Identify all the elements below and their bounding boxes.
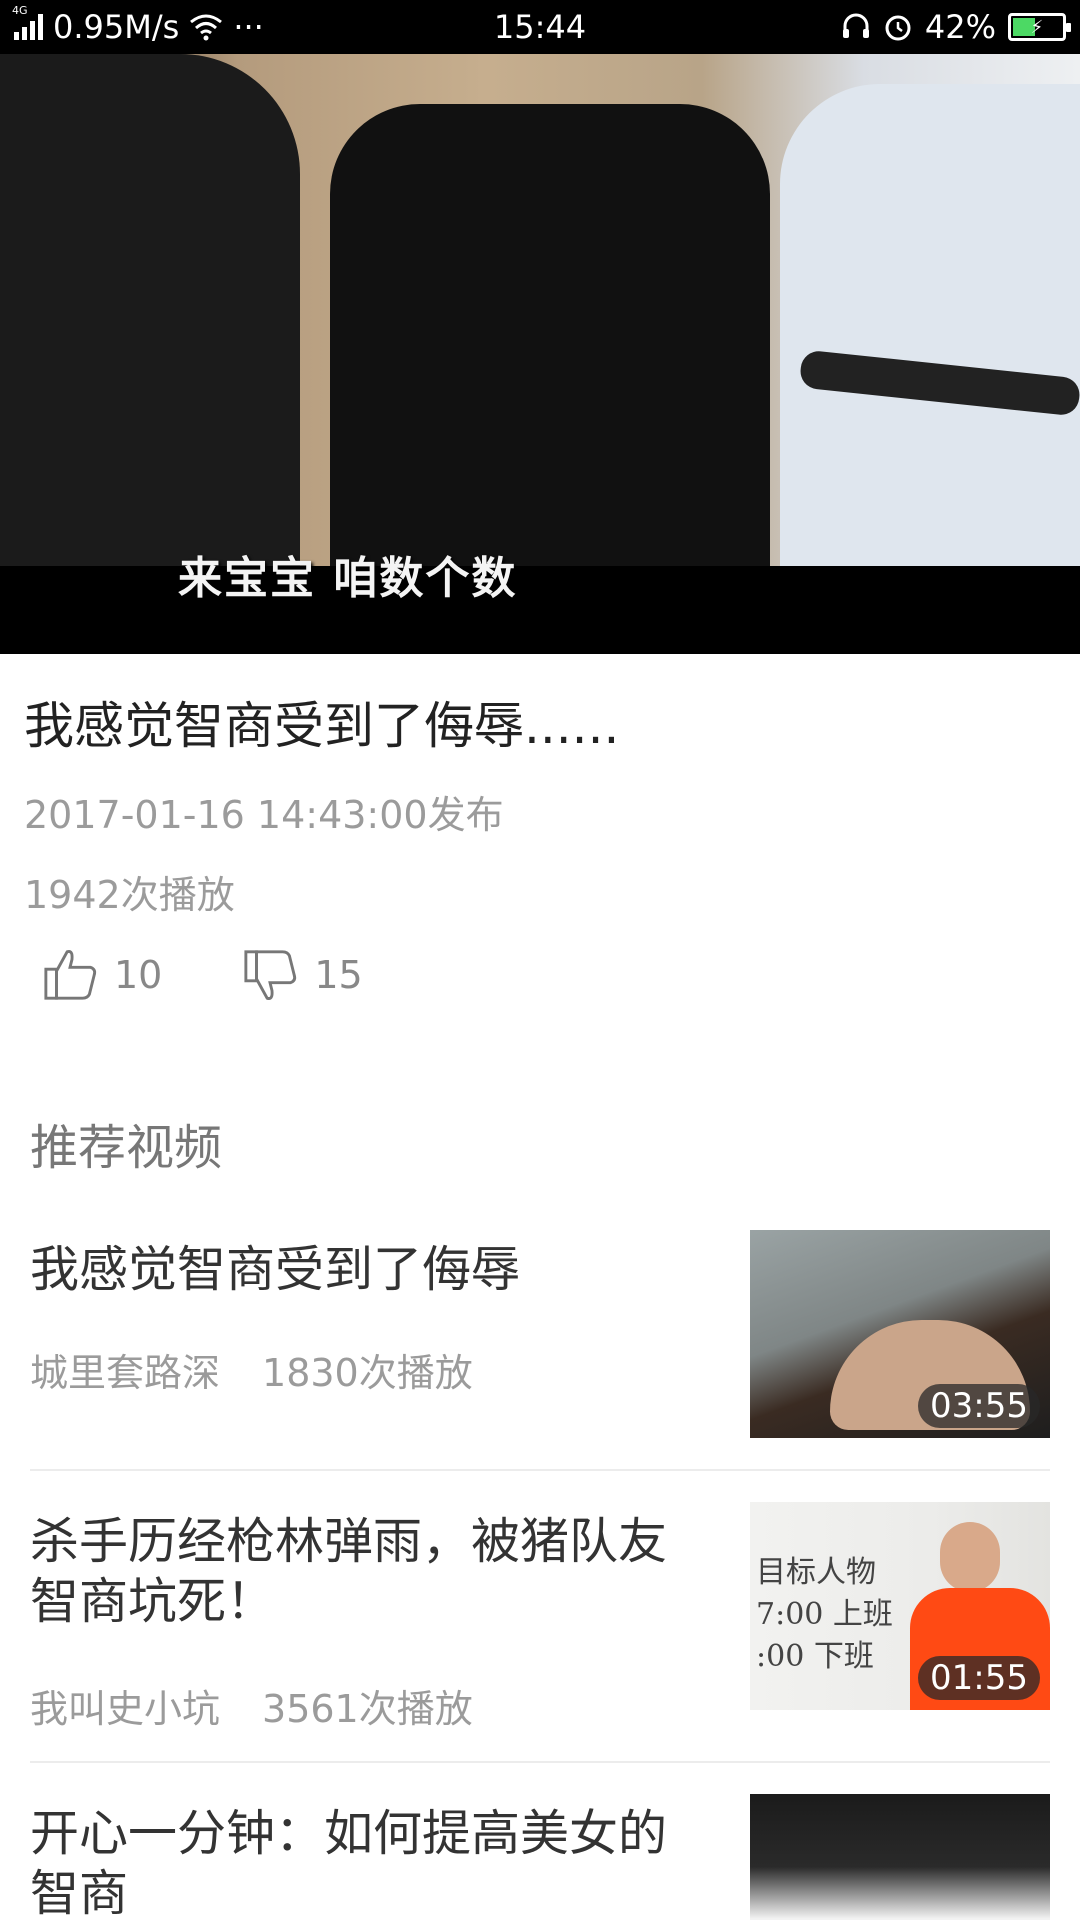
video-subtitle: 来宝宝 咱数个数 xyxy=(178,553,518,604)
dislike-button[interactable]: 15 xyxy=(242,946,363,1004)
more-notifications-icon: ··· xyxy=(233,8,264,46)
video-frame xyxy=(0,54,1080,566)
video-title: 我感觉智商受到了侮辱...... xyxy=(24,697,620,755)
recommended-item-author: 我叫史小坑 xyxy=(30,1687,221,1731)
divider xyxy=(30,1469,1050,1471)
battery-percent: 42% xyxy=(924,8,996,46)
vote-bar: 10 15 xyxy=(42,946,443,1004)
recommended-item-plays: 3561次播放 xyxy=(262,1687,473,1731)
recommended-item-author: 城里套路深 xyxy=(30,1351,221,1395)
network-speed: 0.95M/s xyxy=(53,8,180,46)
battery-icon: ⚡ xyxy=(1008,13,1071,41)
recommended-item-title: 开心一分钟：如何提高美女的智商 xyxy=(30,1805,668,1920)
alarm-icon xyxy=(885,15,911,41)
dislike-count: 15 xyxy=(314,953,363,997)
recommended-item[interactable]: 开心一分钟：如何提高美女的智商 xyxy=(30,1794,1050,1920)
status-bar: 4G 0.95M/s ··· 15:44 42% ⚡ xyxy=(0,0,1080,54)
like-count: 10 xyxy=(114,953,163,997)
recommended-item-meta: 城里套路深 1830次播放 xyxy=(30,1342,473,1397)
whiteboard-text: 目标人物 7:00 上班 :00 下班 xyxy=(756,1555,893,1674)
recommended-item-title: 我感觉智商受到了侮辱 xyxy=(30,1241,521,1298)
divider xyxy=(30,1761,1050,1763)
recommended-item[interactable]: 杀手历经枪林弹雨，被猪队友智商坑死！ 我叫史小坑 3561次播放 目标人物 7:… xyxy=(30,1502,1050,1731)
like-button[interactable]: 10 xyxy=(42,946,162,1004)
thumbs-up-icon xyxy=(44,950,97,1000)
recommended-item[interactable]: 我感觉智商受到了侮辱 城里套路深 1830次播放 03:55 xyxy=(30,1230,1050,1440)
recommended-heading: 推荐视频 xyxy=(30,1120,223,1176)
recommended-item-plays: 1830次播放 xyxy=(262,1351,473,1395)
network-type-label: 4G xyxy=(12,4,28,17)
video-duration: 01:55 xyxy=(918,1656,1040,1700)
thumbs-down-icon xyxy=(244,950,297,1000)
publish-date: 2017-01-16 14:43:00发布 xyxy=(24,793,504,837)
play-count: 1942次播放 xyxy=(24,873,235,917)
video-player[interactable]: 来宝宝 咱数个数 xyxy=(0,54,1080,654)
recommended-item-title: 杀手历经枪林弹雨，被猪队友智商坑死！ xyxy=(30,1513,668,1630)
clock: 15:44 xyxy=(493,8,587,46)
headset-icon xyxy=(842,13,869,38)
video-duration: 03:55 xyxy=(918,1384,1040,1428)
recommended-item-thumbnail[interactable] xyxy=(750,1794,1050,1920)
recommended-item-thumbnail[interactable]: 目标人物 7:00 上班 :00 下班 01:55 xyxy=(750,1502,1050,1710)
charging-icon: ⚡ xyxy=(1030,16,1044,38)
wifi-icon xyxy=(190,14,223,41)
cellular-signal-icon: 4G xyxy=(12,4,43,40)
recommended-item-thumbnail[interactable]: 03:55 xyxy=(750,1230,1050,1438)
recommended-item-meta: 我叫史小坑 3561次播放 xyxy=(30,1678,473,1733)
